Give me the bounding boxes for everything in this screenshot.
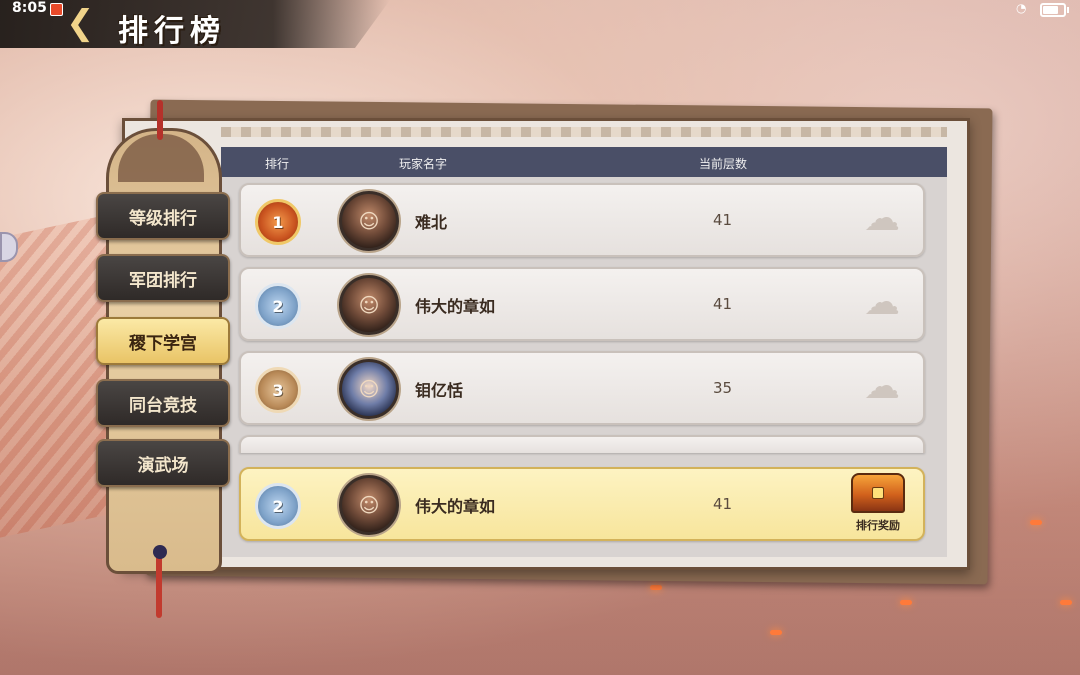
clock: 8:05: [12, 0, 47, 16]
my-player-name: 伟大的章如: [415, 497, 496, 516]
player-name: 钼亿恬: [415, 381, 464, 400]
ember-particle: [1060, 600, 1072, 605]
floor-value: 41: [713, 211, 733, 229]
column-header-player-name: 玩家名字: [399, 157, 448, 171]
rank-silver-badge-icon: 2: [255, 283, 301, 329]
my-floor-value: 41: [713, 495, 733, 513]
table-header: 排行 玩家名字 当前层数: [221, 147, 947, 177]
tab-martial-field[interactable]: 演武场: [96, 439, 230, 487]
ember-particle: [900, 600, 912, 605]
floor-value: 41: [713, 295, 733, 313]
column-header-rank: 排行: [265, 157, 290, 171]
my-rank-row: 2 ☺ 伟大的章如 41 排行奖励: [239, 467, 925, 541]
rank-silver-badge-icon: 2: [255, 483, 301, 529]
ember-particle: [650, 585, 662, 590]
wifi-icon: ◔: [1016, 1, 1027, 15]
leaderboard-row[interactable]: 3 ☺ 钼亿恬 35 ☁: [239, 351, 925, 425]
floor-value: 35: [713, 379, 733, 397]
status-bar: 8:05 ◔: [0, 0, 1080, 20]
cloud-ornament-icon: ☁: [864, 198, 900, 239]
player-avatar[interactable]: ☺: [339, 191, 399, 251]
weibo-notification-icon: [50, 3, 63, 16]
cloud-ornament-icon: ☁: [864, 366, 900, 407]
rank-bronze-badge-icon: 3: [255, 367, 301, 413]
tab-level-ranking[interactable]: 等级排行: [96, 192, 230, 240]
tab-legion-ranking[interactable]: 军团排行: [96, 254, 230, 302]
my-avatar[interactable]: ☺: [339, 475, 399, 535]
ember-particle: [770, 630, 782, 635]
battery-level: [1043, 6, 1058, 14]
column-header-floor: 当前层数: [699, 157, 748, 171]
cloud-ornament-icon: ☁: [864, 282, 900, 323]
player-name: 难北: [415, 213, 448, 232]
tab-jixia-academy[interactable]: 稷下学宫: [96, 317, 230, 365]
tab-arena-competition[interactable]: 同台竞技: [96, 379, 230, 427]
tassel-icon: [157, 100, 163, 140]
leaderboard-row[interactable]: 1 ☺ 难北 41 ☁: [239, 183, 925, 257]
rank-reward-button[interactable]: 排行奖励: [843, 473, 913, 535]
leaderboard-row-partial[interactable]: [239, 435, 925, 453]
ember-particle: [1030, 520, 1042, 525]
rank-gold-badge-icon: 1: [255, 199, 301, 245]
player-name: 伟大的章如: [415, 297, 496, 316]
panel-border-pattern: [221, 127, 947, 137]
treasure-chest-icon: [851, 473, 905, 513]
leaderboard-row[interactable]: 2 ☺ 伟大的章如 41 ☁: [239, 267, 925, 341]
knot-icon: [153, 545, 167, 559]
player-avatar[interactable]: ☺: [339, 359, 399, 419]
leaderboard-panel: 排行 玩家名字 当前层数 1 ☺ 难北 41 ☁ 2 ☺ 伟大的章如 41 ☁ …: [122, 118, 970, 570]
player-avatar[interactable]: ☺: [339, 275, 399, 335]
rank-reward-label: 排行奖励: [856, 519, 900, 532]
battery-icon: [1040, 3, 1069, 17]
